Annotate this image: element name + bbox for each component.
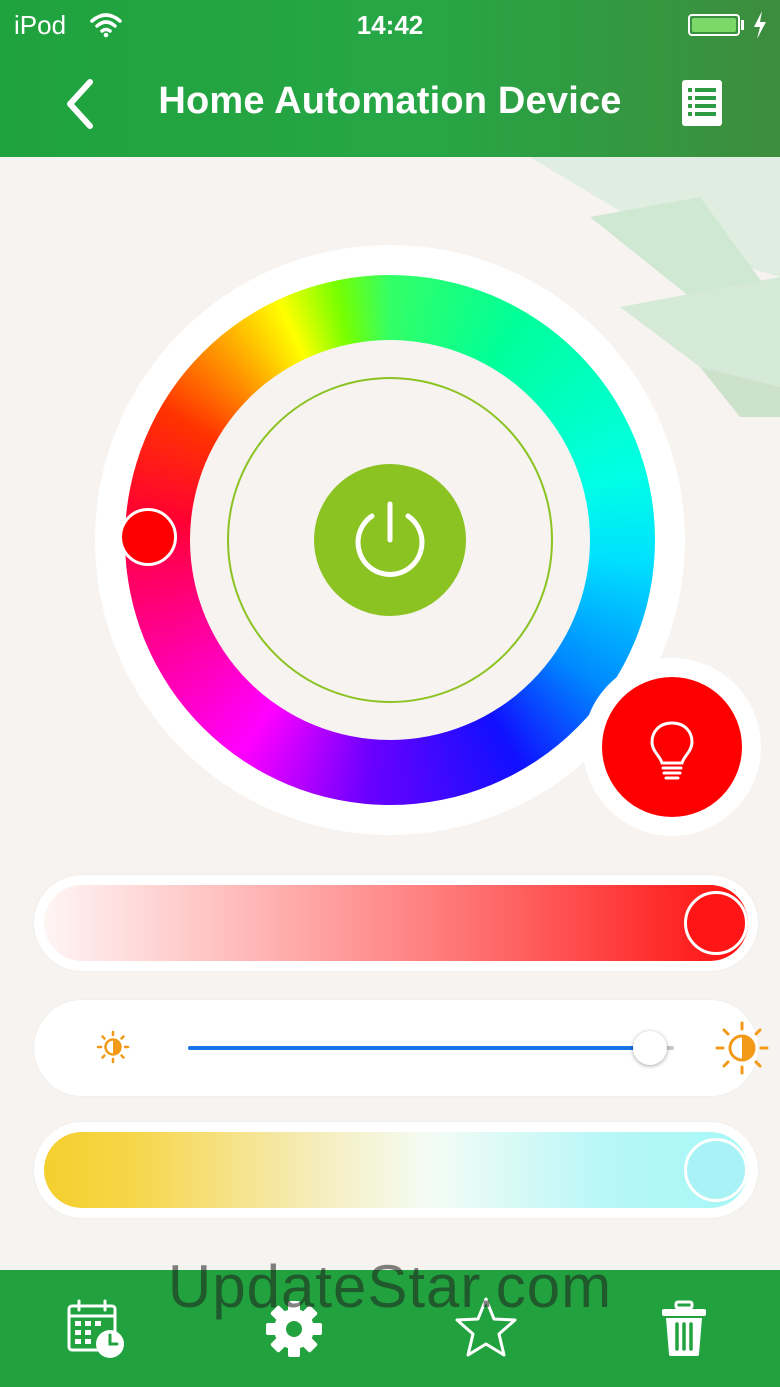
bulb-button[interactable] [602,677,742,817]
saturation-slider-thumb[interactable] [684,891,748,955]
tab-schedule[interactable] [66,1298,126,1360]
brightness-slider-container [34,1000,769,1096]
color-wheel-center [190,340,590,740]
lightbulb-icon [650,721,694,780]
battery-tip [741,20,744,30]
saturation-slider[interactable] [34,875,758,971]
status-bar: iPod 14:42 [0,0,780,52]
tab-bar [0,1270,780,1387]
charging-icon [754,11,766,39]
calendar-clock-icon [67,1299,124,1358]
status-time: 14:42 [356,10,424,40]
power-button[interactable] [314,464,466,616]
brightness-fill [188,1046,650,1050]
menu-button[interactable] [682,80,722,126]
color-picker-handle[interactable] [119,508,177,566]
trash-icon [662,1300,706,1356]
brightness-slider-thumb[interactable] [632,1031,667,1065]
color-temperature-slider[interactable] [34,1122,758,1218]
tab-settings[interactable] [264,1298,324,1360]
saturation-gradient [44,885,748,961]
brightness-high-icon [715,1021,769,1075]
brightness-track[interactable] [188,1031,674,1065]
power-icon [355,501,425,577]
top-bar: iPod 14:42 Home Automation Device [0,0,780,157]
temperature-slider-thumb[interactable] [684,1138,748,1202]
page-title: Home Automation Device [158,80,622,122]
gear-icon [266,1301,322,1357]
temperature-gradient [44,1132,748,1208]
brightness-low-icon [96,1030,130,1064]
bulb-button-container [583,658,761,836]
star-icon [455,1297,517,1357]
tab-favorite[interactable] [455,1297,517,1360]
list-icon [682,80,722,126]
tab-delete[interactable] [654,1298,714,1360]
battery-icon [688,14,740,36]
color-wheel[interactable] [125,275,655,805]
